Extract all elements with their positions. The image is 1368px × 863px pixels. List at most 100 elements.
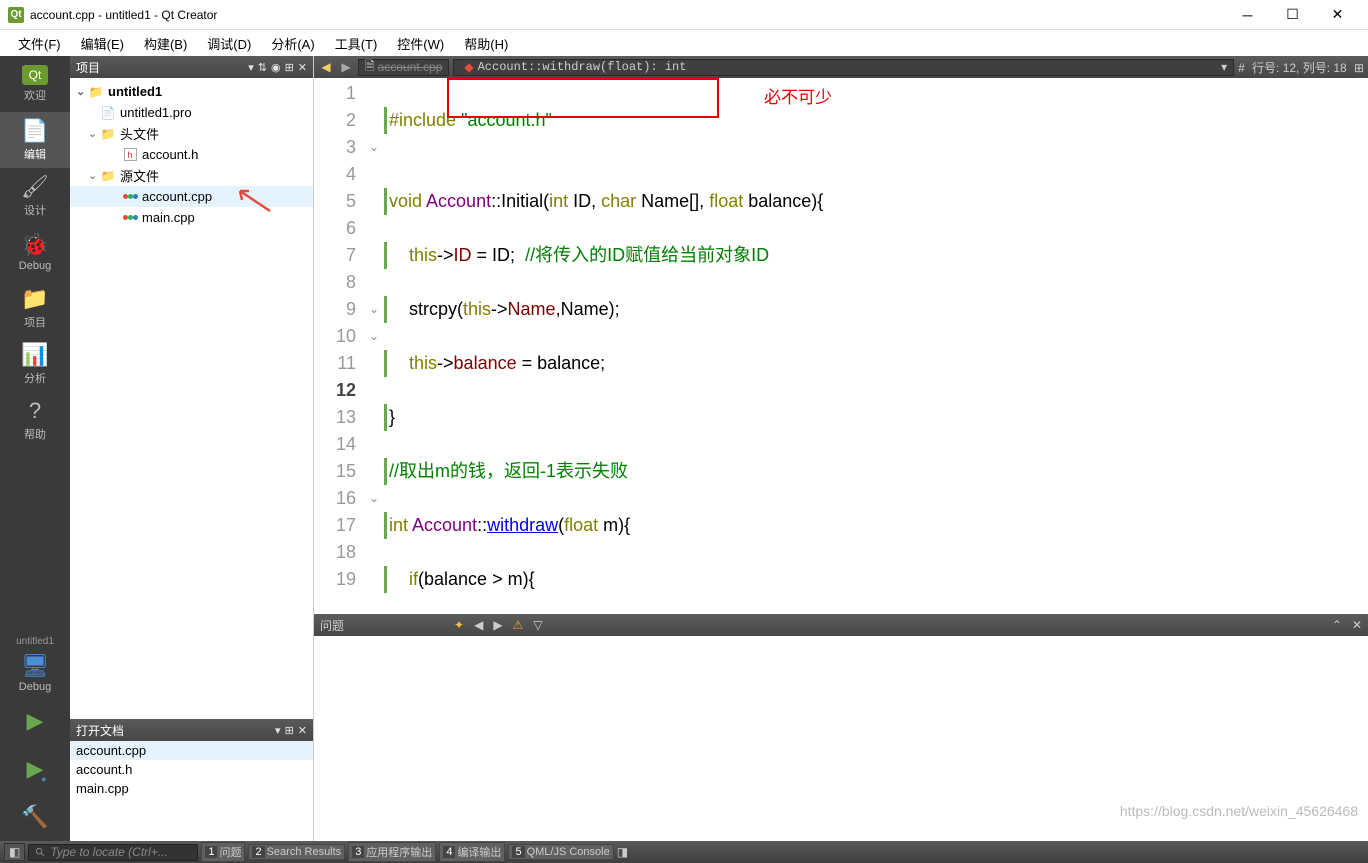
menu-widgets[interactable]: 控件(W) [387,31,454,56]
menu-help[interactable]: 帮助(H) [454,31,518,56]
window-title: account.cpp - untitled1 - Qt Creator [30,8,1225,22]
method-crumb[interactable]: ◆Account::withdraw(float): int▾ [453,59,1234,76]
mode-debug[interactable]: 🐞Debug [0,224,70,280]
split-icon[interactable]: ⊞ [285,724,294,737]
chart-icon: 📊 [21,342,48,368]
menu-tools[interactable]: 工具(T) [325,31,388,56]
chevron-down-icon: ▾ [1221,60,1227,74]
progress-toggle-icon[interactable]: ◨ [617,845,628,859]
open-doc-item[interactable]: account.h [70,760,313,779]
cursor-position: # 行号: 12, 列号: 18 ⊞ [1238,59,1364,76]
folder-icon: 📁 [100,169,116,183]
tree-headers-folder[interactable]: ⌄📁头文件 [70,123,313,144]
locator-placeholder: Type to locate (Ctrl+... [50,845,168,859]
tree-source-account-cpp[interactable]: account.cpp [70,186,313,207]
toggle-sidebar-button[interactable]: ◧ [4,843,25,861]
kit-selector[interactable]: 🖥 Debug [0,649,70,697]
menu-analyze[interactable]: 分析(A) [261,31,324,56]
pro-file-icon: 📄 [100,106,116,120]
output-tab-issues[interactable]: 1问题 [201,842,245,862]
h-file-icon: h [122,148,138,161]
kit-mode-label: Debug [19,681,51,693]
projects-panel-header: 项目 ▾ ⇅ ◉ ⊞ ✕ [70,56,313,78]
mode-selector: Qt欢迎 📄编辑 🖌设计 🐞Debug 📁项目 📊分析 ?帮助 untitled… [0,56,70,841]
mode-projects-label: 项目 [24,314,46,330]
dropdown-icon[interactable]: ▾ [248,61,254,74]
code-editor[interactable]: 12345678910111213141516171819 ⌄ ⌄⌄ ⌄ #in… [314,78,1368,614]
mode-projects[interactable]: 📁项目 [0,280,70,336]
editor-area: ◀ ▶ 🗎account.cpp ◆Account::withdraw(floa… [314,56,1368,841]
filter-icon[interactable]: ▽ [533,618,542,632]
tree-pro-file[interactable]: 📄untitled1.pro [70,102,313,123]
file-crumb[interactable]: 🗎account.cpp [358,59,449,76]
build-button[interactable]: 🔨 [0,793,70,841]
tree-sources-label: 源文件 [120,166,159,185]
qt-logo-icon: Qt [8,7,24,23]
nav-back-icon[interactable]: ◀ [474,618,483,632]
close-panel-icon[interactable]: ✕ [298,724,307,737]
menu-bar: 文件(F) 编辑(E) 构建(B) 调试(D) 分析(A) 工具(T) 控件(W… [0,30,1368,56]
nav-forward-icon[interactable]: ▶ [493,618,502,632]
tree-source-main-cpp[interactable]: main.cpp [70,207,313,228]
brush-icon[interactable]: ✦ [454,618,464,632]
code-content[interactable]: #include "account.h" void Account::Initi… [384,78,1368,614]
mode-design[interactable]: 🖌设计 [0,168,70,224]
split-icon[interactable]: ⊞ [1354,61,1364,75]
folder-icon: 📁 [100,127,116,141]
editor-toolbar: ◀ ▶ 🗎account.cpp ◆Account::withdraw(floa… [314,56,1368,78]
nav-back-button[interactable]: ◀ [318,60,334,74]
side-navigation: 项目 ▾ ⇅ ◉ ⊞ ✕ ⌄📁untitled1 📄untitled1.pro … [70,56,314,841]
tree-source2-label: main.cpp [142,210,195,225]
cpp-file-icon [122,215,138,220]
open-documents-panel: 打开文档 ▾ ⊞ ✕ account.cpp account.h main.cp… [70,719,313,841]
lock-icon: 🗎 [365,57,375,78]
file-crumb-label: account.cpp [378,60,443,74]
open-doc-item[interactable]: main.cpp [70,779,313,798]
close-icon[interactable]: ✕ [1352,618,1362,632]
mode-edit[interactable]: 📄编辑 [0,112,70,168]
debug-run-button[interactable]: ▶● [0,745,70,793]
close-panel-icon[interactable]: ✕ [298,61,307,74]
projects-panel-title: 项目 [76,59,244,76]
menu-file[interactable]: 文件(F) [8,31,71,56]
filter-icon[interactable]: ⇅ [258,61,267,74]
issues-toolbar: 问题 ✦ ◀ ▶ ⚠ ▽ ⌃ ✕ [314,614,1368,636]
menu-edit[interactable]: 编辑(E) [71,31,134,56]
menu-debug[interactable]: 调试(D) [197,31,261,56]
sync-icon[interactable]: ◉ [271,61,281,74]
help-icon: ? [29,398,41,424]
watermark: https://blog.csdn.net/weixin_45626468 [1120,803,1358,819]
mode-analyze-label: 分析 [24,370,46,386]
close-button[interactable]: ✕ [1315,1,1360,29]
document-icon: 📄 [21,118,48,144]
maximize-button[interactable]: ☐ [1270,1,1315,29]
minimize-button[interactable]: ─ [1225,1,1270,29]
open-doc-item[interactable]: account.cpp [70,741,313,760]
output-tab-search[interactable]: 2Search Results [248,844,345,860]
mode-analyze[interactable]: 📊 分析 [0,336,70,392]
tree-sources-folder[interactable]: ⌄📁源文件 [70,165,313,186]
fold-gutter: ⌄ ⌄⌄ ⌄ [364,78,384,614]
tree-root-label: untitled1 [108,84,162,99]
warning-icon[interactable]: ⚠ [513,618,524,632]
expand-icon[interactable]: ⌃ [1332,618,1342,632]
monitor-icon: 🖥 [21,653,49,679]
output-tab-appoutput[interactable]: 3应用程序输出 [348,842,436,862]
output-tab-compile[interactable]: 4编译输出 [439,842,505,862]
bug-icon: 🐞 [21,232,48,258]
tree-header-file[interactable]: haccount.h [70,144,313,165]
split-icon[interactable]: ⊞ [285,61,294,74]
run-button[interactable]: ▶ [0,697,70,745]
open-docs-title: 打开文档 [76,722,271,739]
locator-input[interactable]: Type to locate (Ctrl+... [28,844,198,861]
nav-forward-button[interactable]: ▶ [338,60,354,74]
tree-root[interactable]: ⌄📁untitled1 [70,81,313,102]
mode-welcome[interactable]: Qt欢迎 [0,56,70,112]
project-icon: 📁 [88,85,104,99]
status-bar: ◧ Type to locate (Ctrl+... 1问题 2Search R… [0,841,1368,863]
output-tab-qmljs[interactable]: 5QML/JS Console [508,844,613,860]
play-icon: ▶ [27,708,44,734]
mode-help[interactable]: ?帮助 [0,392,70,448]
dropdown-icon[interactable]: ▾ [275,724,281,737]
menu-build[interactable]: 构建(B) [134,31,197,56]
